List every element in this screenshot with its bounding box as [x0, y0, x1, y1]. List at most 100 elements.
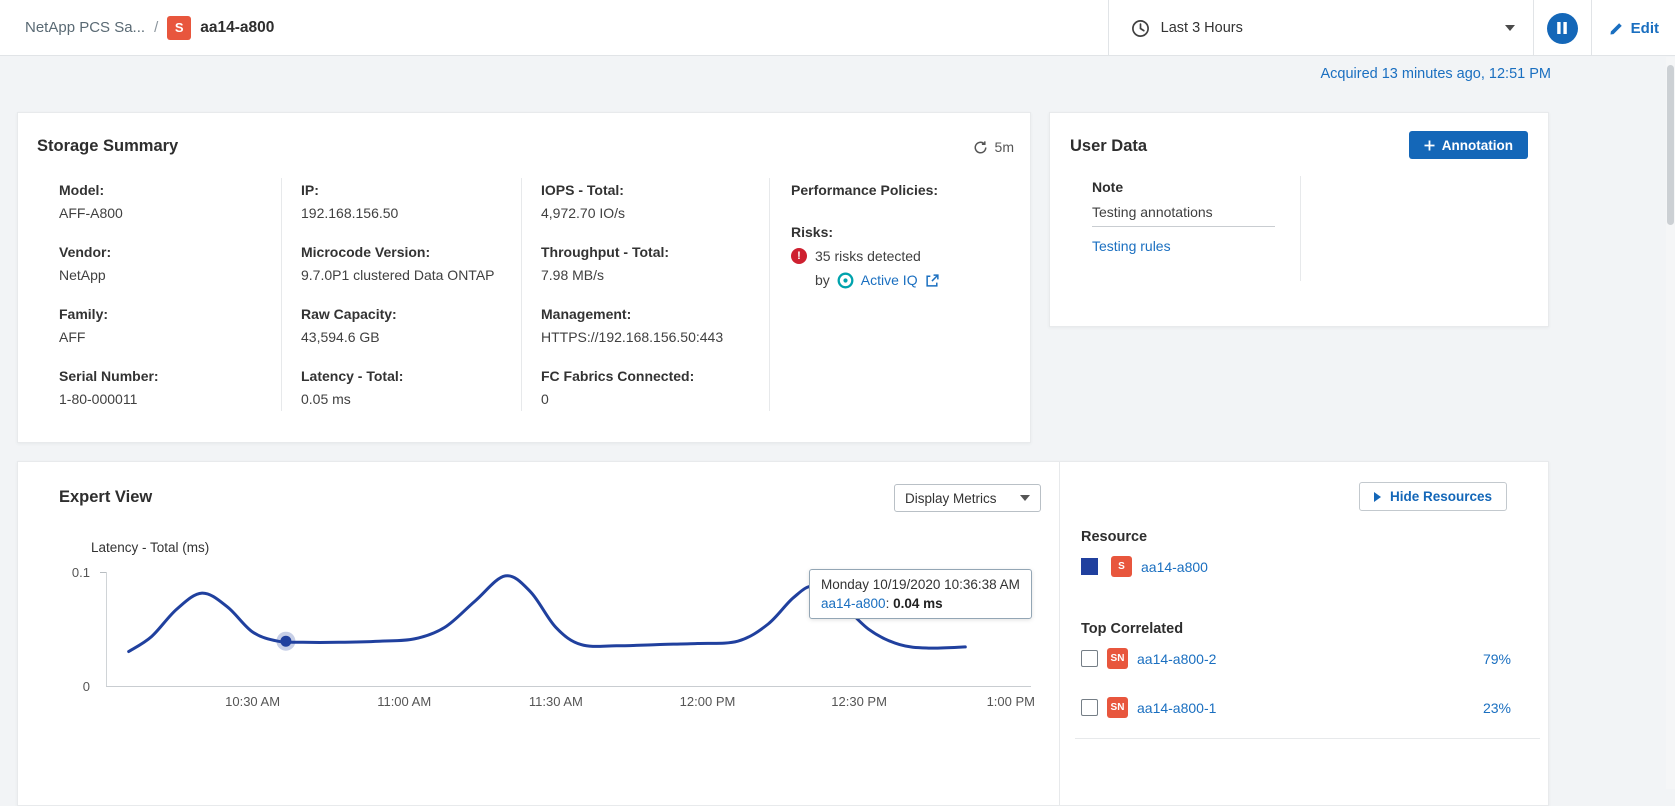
note-value-field[interactable]: Testing annotations	[1092, 204, 1275, 227]
field-value: 4,972.70 IO/s	[541, 203, 723, 223]
storage-system-icon: S	[167, 16, 191, 40]
column-divider	[769, 178, 770, 411]
breadcrumb-separator: /	[154, 19, 158, 36]
field-label: Management:	[541, 304, 723, 324]
pencil-icon	[1609, 21, 1624, 36]
edit-label: Edit	[1631, 20, 1659, 37]
correlation-percent: 23%	[1483, 700, 1511, 716]
correlated-checkbox[interactable]	[1081, 650, 1098, 667]
active-iq-row: by Active IQ	[815, 270, 940, 290]
summary-column-1: Model: AFF-A800 Vendor: NetApp Family: A…	[59, 180, 159, 428]
field-fc-fabrics: FC Fabrics Connected: 0	[541, 366, 723, 409]
x-axis-label: 1:00 PM	[976, 694, 1046, 709]
data-point-marker	[280, 636, 291, 647]
column-divider	[281, 178, 282, 411]
risks-row: 35 risks detected	[791, 246, 940, 266]
clock-icon	[1131, 19, 1150, 38]
risks-count-text: 35 risks detected	[815, 246, 921, 266]
display-metrics-dropdown[interactable]: Display Metrics	[894, 484, 1041, 512]
x-axis-label: 11:30 AM	[521, 694, 591, 709]
field-value: 192.168.156.50	[301, 203, 495, 223]
correlation-percent: 79%	[1483, 651, 1511, 667]
field-raw-capacity: Raw Capacity: 43,594.6 GB	[301, 304, 495, 347]
summary-column-2: IP: 192.168.156.50 Microcode Version: 9.…	[301, 180, 495, 428]
field-label: FC Fabrics Connected:	[541, 366, 723, 386]
header-controls: Last 3 Hours Edit	[1108, 0, 1675, 56]
field-label: Latency - Total:	[301, 366, 495, 386]
field-value: NetApp	[59, 265, 159, 285]
tooltip-value: 0.04 ms	[893, 596, 943, 611]
field-ip: IP: 192.168.156.50	[301, 180, 495, 223]
breadcrumb-root[interactable]: NetApp PCS Sa...	[25, 19, 145, 36]
field-label: IOPS - Total:	[541, 180, 723, 200]
correlated-resource-link[interactable]: aa14-a800-1	[1137, 700, 1216, 716]
external-link-icon[interactable]	[925, 273, 940, 288]
field-vendor: Vendor: NetApp	[59, 242, 159, 285]
refresh-interval-label: 5m	[995, 139, 1014, 155]
testing-rules-link[interactable]: Testing rules	[1092, 238, 1171, 254]
column-divider	[521, 178, 522, 411]
performance-policies-label: Performance Policies:	[791, 180, 940, 200]
resource-link[interactable]: aa14-a800	[1141, 559, 1208, 575]
field-value: 0	[541, 389, 723, 409]
correlated-row: SN aa14-a800-2 79%	[1081, 648, 1511, 669]
field-value: AFF	[59, 327, 159, 347]
vertical-scrollbar[interactable]	[1666, 57, 1675, 789]
note-label: Note	[1092, 179, 1123, 195]
pause-button[interactable]	[1547, 13, 1578, 44]
section-divider	[1075, 738, 1540, 739]
summary-column-3: IOPS - Total: 4,972.70 IO/s Throughput -…	[541, 180, 723, 428]
refresh-interval[interactable]: 5m	[973, 139, 1014, 155]
time-range-selector[interactable]: Last 3 Hours	[1109, 0, 1533, 56]
hide-resources-button[interactable]: Hide Resources	[1359, 482, 1507, 511]
field-label: Throughput - Total:	[541, 242, 723, 262]
scrollbar-thumb[interactable]	[1667, 65, 1674, 225]
active-iq-link[interactable]: Active IQ	[861, 270, 918, 290]
refresh-icon	[973, 140, 988, 155]
field-management: Management: HTTPS://192.168.156.50:443	[541, 304, 723, 347]
chevron-down-icon	[1020, 495, 1030, 501]
top-correlated-label: Top Correlated	[1081, 621, 1183, 637]
x-axis-label: 10:30 AM	[218, 694, 288, 709]
display-metrics-label: Display Metrics	[905, 491, 997, 506]
field-label: Serial Number:	[59, 366, 159, 386]
user-data-title: User Data	[1070, 137, 1147, 156]
storage-node-icon: SN	[1107, 697, 1128, 718]
page-title: aa14-a800	[200, 19, 274, 37]
time-range-label: Last 3 Hours	[1161, 20, 1243, 36]
field-value: 0.05 ms	[301, 389, 495, 409]
field-label: Microcode Version:	[301, 242, 495, 262]
y-axis: 00.1	[29, 462, 90, 762]
top-header: NetApp PCS Sa... / S aa14-a800 Last 3 Ho…	[0, 0, 1675, 56]
user-data-divider	[1300, 176, 1301, 281]
field-label: Family:	[59, 304, 159, 324]
edit-button[interactable]: Edit	[1592, 20, 1675, 37]
field-family: Family: AFF	[59, 304, 159, 347]
storage-node-icon: SN	[1107, 648, 1128, 669]
field-value: 43,594.6 GB	[301, 327, 495, 347]
field-label: Raw Capacity:	[301, 304, 495, 324]
expert-view-card: Expert View Display Metrics Latency - To…	[17, 461, 1549, 806]
risks-label: Risks:	[791, 222, 940, 242]
add-annotation-button[interactable]: Annotation	[1409, 131, 1528, 159]
tooltip-resource-link[interactable]: aa14-a800	[821, 596, 886, 611]
triangle-right-icon	[1374, 492, 1381, 502]
resource-section-label: Resource	[1081, 529, 1147, 545]
x-axis-label: 11:00 AM	[369, 694, 439, 709]
management-link[interactable]: HTTPS://192.168.156.50:443	[541, 327, 723, 347]
storage-system-icon: S	[1111, 556, 1132, 577]
field-throughput-total: Throughput - Total: 7.98 MB/s	[541, 242, 723, 285]
x-axis-label: 12:00 PM	[673, 694, 743, 709]
storage-summary-title: Storage Summary	[37, 137, 178, 156]
correlated-resource-link[interactable]: aa14-a800-2	[1137, 651, 1216, 667]
field-value: 1-80-000011	[59, 389, 159, 409]
field-iops-total: IOPS - Total: 4,972.70 IO/s	[541, 180, 723, 223]
pause-icon	[1557, 22, 1567, 34]
plus-icon	[1424, 140, 1435, 151]
field-value: 9.7.0P1 clustered Data ONTAP	[301, 265, 495, 285]
x-axis-label: 12:30 PM	[824, 694, 894, 709]
correlated-checkbox[interactable]	[1081, 699, 1098, 716]
legend-color-swatch	[1081, 558, 1098, 575]
field-serial-number: Serial Number: 1-80-000011	[59, 366, 159, 409]
field-label: IP:	[301, 180, 495, 200]
